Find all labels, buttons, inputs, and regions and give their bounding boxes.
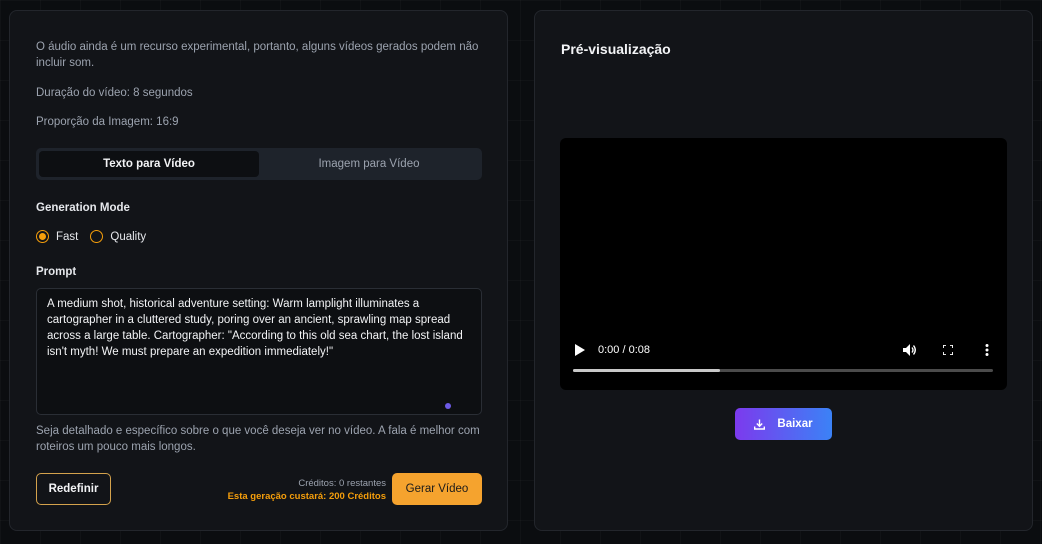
video-progress-bar[interactable] xyxy=(573,369,993,372)
preview-panel: Pré-visualização 0:00 / 0:08 Baixar xyxy=(534,10,1033,531)
fullscreen-icon[interactable] xyxy=(941,342,955,358)
credits-info: Créditos: 0 restantes Esta geração custa… xyxy=(228,477,386,503)
generation-mode-label: Generation Mode xyxy=(36,202,130,214)
reset-button[interactable]: Redefinir xyxy=(36,473,111,505)
tab-image-to-video[interactable]: Imagem para Vídeo xyxy=(259,151,479,177)
mode-option-fast[interactable]: Fast xyxy=(36,230,78,243)
download-button[interactable]: Baixar xyxy=(735,408,832,440)
credits-remaining: Créditos: 0 restantes xyxy=(298,478,386,489)
generation-cost: Esta geração custará: 200 Créditos xyxy=(227,491,386,502)
radio-fast[interactable] xyxy=(36,230,49,243)
prompt-text: A medium shot, historical adventure sett… xyxy=(47,298,463,358)
video-time: 0:00 / 0:08 xyxy=(598,344,650,356)
radio-quality[interactable] xyxy=(90,230,104,243)
aspect-note: Proporção da Imagem: 16:9 xyxy=(36,116,179,128)
mode-fast-label: Fast xyxy=(56,230,79,243)
assistant-indicator-icon xyxy=(445,403,451,409)
download-icon xyxy=(754,419,766,430)
play-icon[interactable] xyxy=(573,342,587,358)
duration-note: Duração do vídeo: 8 segundos xyxy=(36,87,193,99)
download-label: Baixar xyxy=(777,418,813,430)
mode-quality-label: Quality xyxy=(110,230,147,243)
generate-video-button[interactable]: Gerar Vídeo xyxy=(392,473,482,505)
prompt-input[interactable]: A medium shot, historical adventure sett… xyxy=(36,288,482,415)
tab-text-to-video[interactable]: Texto para Vídeo xyxy=(39,151,259,177)
volume-icon[interactable] xyxy=(902,342,918,358)
generation-mode-group: Fast Quality xyxy=(36,230,146,243)
video-player[interactable]: 0:00 / 0:08 xyxy=(560,138,1007,390)
mode-option-quality[interactable]: Quality xyxy=(90,230,146,243)
prompt-label: Prompt xyxy=(36,266,77,278)
video-progress-fill xyxy=(573,369,720,372)
more-options-icon[interactable] xyxy=(980,342,994,358)
audio-note: O áudio ainda é um recurso experimental,… xyxy=(36,41,479,69)
preview-title: Pré-visualização xyxy=(561,41,671,57)
generator-panel: O áudio ainda é um recurso experimental,… xyxy=(9,10,508,531)
prompt-hint: Seja detalhado e específico sobre o que … xyxy=(36,425,480,453)
mode-tabs: Texto para Vídeo Imagem para Vídeo xyxy=(36,148,482,180)
